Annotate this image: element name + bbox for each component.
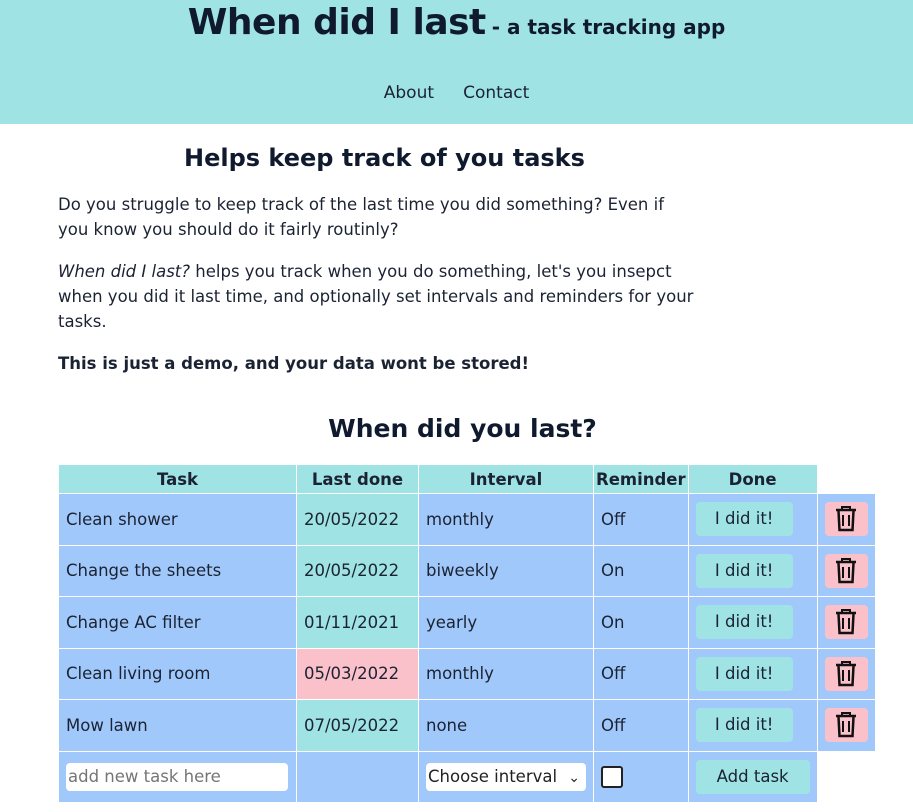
main-nav: About Contact (0, 83, 913, 103)
delete-button[interactable] (824, 708, 868, 743)
last-done-date: 20/05/2022 (296, 544, 419, 597)
delete-cell (816, 647, 876, 700)
last-done-date: 01/11/2021 (296, 596, 419, 649)
trash-icon (836, 660, 857, 686)
task-name: Change AC filter (58, 596, 297, 649)
task-table: Task Last done Interval Reminder Done Cl… (58, 464, 876, 803)
trash-icon (836, 506, 857, 532)
column-header-reminder: Reminder (593, 464, 689, 494)
table-header-row: Task Last done Interval Reminder Done (58, 464, 876, 494)
i-did-it-button[interactable]: I did it! (695, 708, 793, 743)
column-header-interval: Interval (418, 464, 594, 494)
task-reminder: Off (593, 493, 689, 546)
delete-cell (816, 493, 876, 546)
task-name: Mow lawn (58, 699, 297, 752)
trash-icon (836, 557, 857, 583)
app-name-emphasis: When did I last? (58, 262, 191, 281)
intro-heading: Helps keep track of you tasks (184, 144, 585, 172)
intro-paragraph: Do you struggle to keep track of the las… (58, 195, 665, 239)
site-header: When did I last - a task tracking app Abo… (0, 0, 913, 124)
task-interval: biweekly (418, 544, 594, 597)
last-done-date: 07/05/2022 (296, 699, 419, 752)
nav-link-about[interactable]: About (384, 83, 434, 103)
i-did-it-button[interactable]: I did it! (695, 656, 793, 691)
demo-notice: This is just a demo, and your data wont … (58, 354, 529, 373)
task-reminder: Off (593, 699, 689, 752)
new-task-cell (58, 750, 297, 803)
column-header-delete (817, 464, 876, 494)
interval-select-value: Choose interval (428, 766, 558, 786)
done-cell: I did it! (687, 544, 818, 597)
task-reminder: On (593, 544, 689, 597)
table-row: Clean living room 05/03/2022 monthly Off… (58, 647, 876, 700)
app-title: When did I last (187, 2, 487, 43)
delete-button[interactable] (824, 605, 868, 640)
i-did-it-button[interactable]: I did it! (695, 605, 793, 640)
last-done-date: 20/05/2022 (296, 493, 419, 546)
task-reminder: Off (593, 647, 689, 700)
reminder-checkbox[interactable] (601, 765, 623, 788)
nav-link-contact[interactable]: Contact (463, 83, 529, 103)
task-interval: none (418, 699, 594, 752)
column-header-done: Done (687, 464, 818, 494)
last-done-date-overdue: 05/03/2022 (296, 647, 419, 700)
app-subtitle: - a task tracking app (491, 15, 726, 39)
done-cell: I did it! (687, 699, 818, 752)
delete-cell (816, 544, 876, 597)
i-did-it-button[interactable]: I did it! (695, 502, 793, 537)
new-task-input[interactable] (66, 762, 288, 791)
delete-cell (816, 699, 876, 752)
chevron-down-icon: ⌄ (568, 769, 580, 786)
task-reminder: On (593, 596, 689, 649)
task-name: Change the sheets (58, 544, 297, 597)
brand: When did I last - a task tracking app (0, 2, 913, 43)
trash-icon (836, 609, 857, 635)
task-interval: yearly (418, 596, 594, 649)
interval-select[interactable]: Choose interval ⌄ (426, 762, 586, 791)
delete-button[interactable] (824, 502, 868, 537)
column-header-task: Task (58, 464, 297, 494)
task-name: Clean living room (58, 647, 297, 700)
done-cell: I did it! (687, 493, 818, 546)
delete-button[interactable] (824, 656, 868, 691)
i-did-it-button[interactable]: I did it! (695, 553, 793, 588)
column-header-last-done: Last done (296, 464, 419, 494)
done-cell: I did it! (687, 647, 818, 700)
done-cell: I did it! (687, 596, 818, 649)
add-task-cell: Add task (687, 750, 818, 803)
new-task-interval-cell: Choose interval ⌄ (418, 750, 594, 803)
table-row: Clean shower 20/05/2022 monthly Off I di… (58, 493, 876, 546)
trash-icon (836, 712, 857, 738)
table-row: Change the sheets 20/05/2022 biweekly On… (58, 544, 876, 597)
new-task-row: Choose interval ⌄ Add task (58, 750, 876, 803)
task-interval: monthly (418, 493, 594, 546)
task-name: Clean shower (58, 493, 297, 546)
table-row: Mow lawn 07/05/2022 none Off I did it! (58, 699, 876, 752)
new-task-reminder-cell (593, 750, 689, 803)
task-interval: monthly (418, 647, 594, 700)
table-row: Change AC filter 01/11/2021 yearly On I … (58, 596, 876, 649)
new-task-date-cell (296, 750, 419, 803)
add-task-button[interactable]: Add task (695, 759, 810, 794)
table-heading: When did you last? (328, 414, 597, 443)
empty-cell (817, 751, 876, 803)
delete-cell (816, 596, 876, 649)
delete-button[interactable] (824, 553, 868, 588)
description-paragraph: When did I last? helps you track when yo… (58, 259, 708, 334)
